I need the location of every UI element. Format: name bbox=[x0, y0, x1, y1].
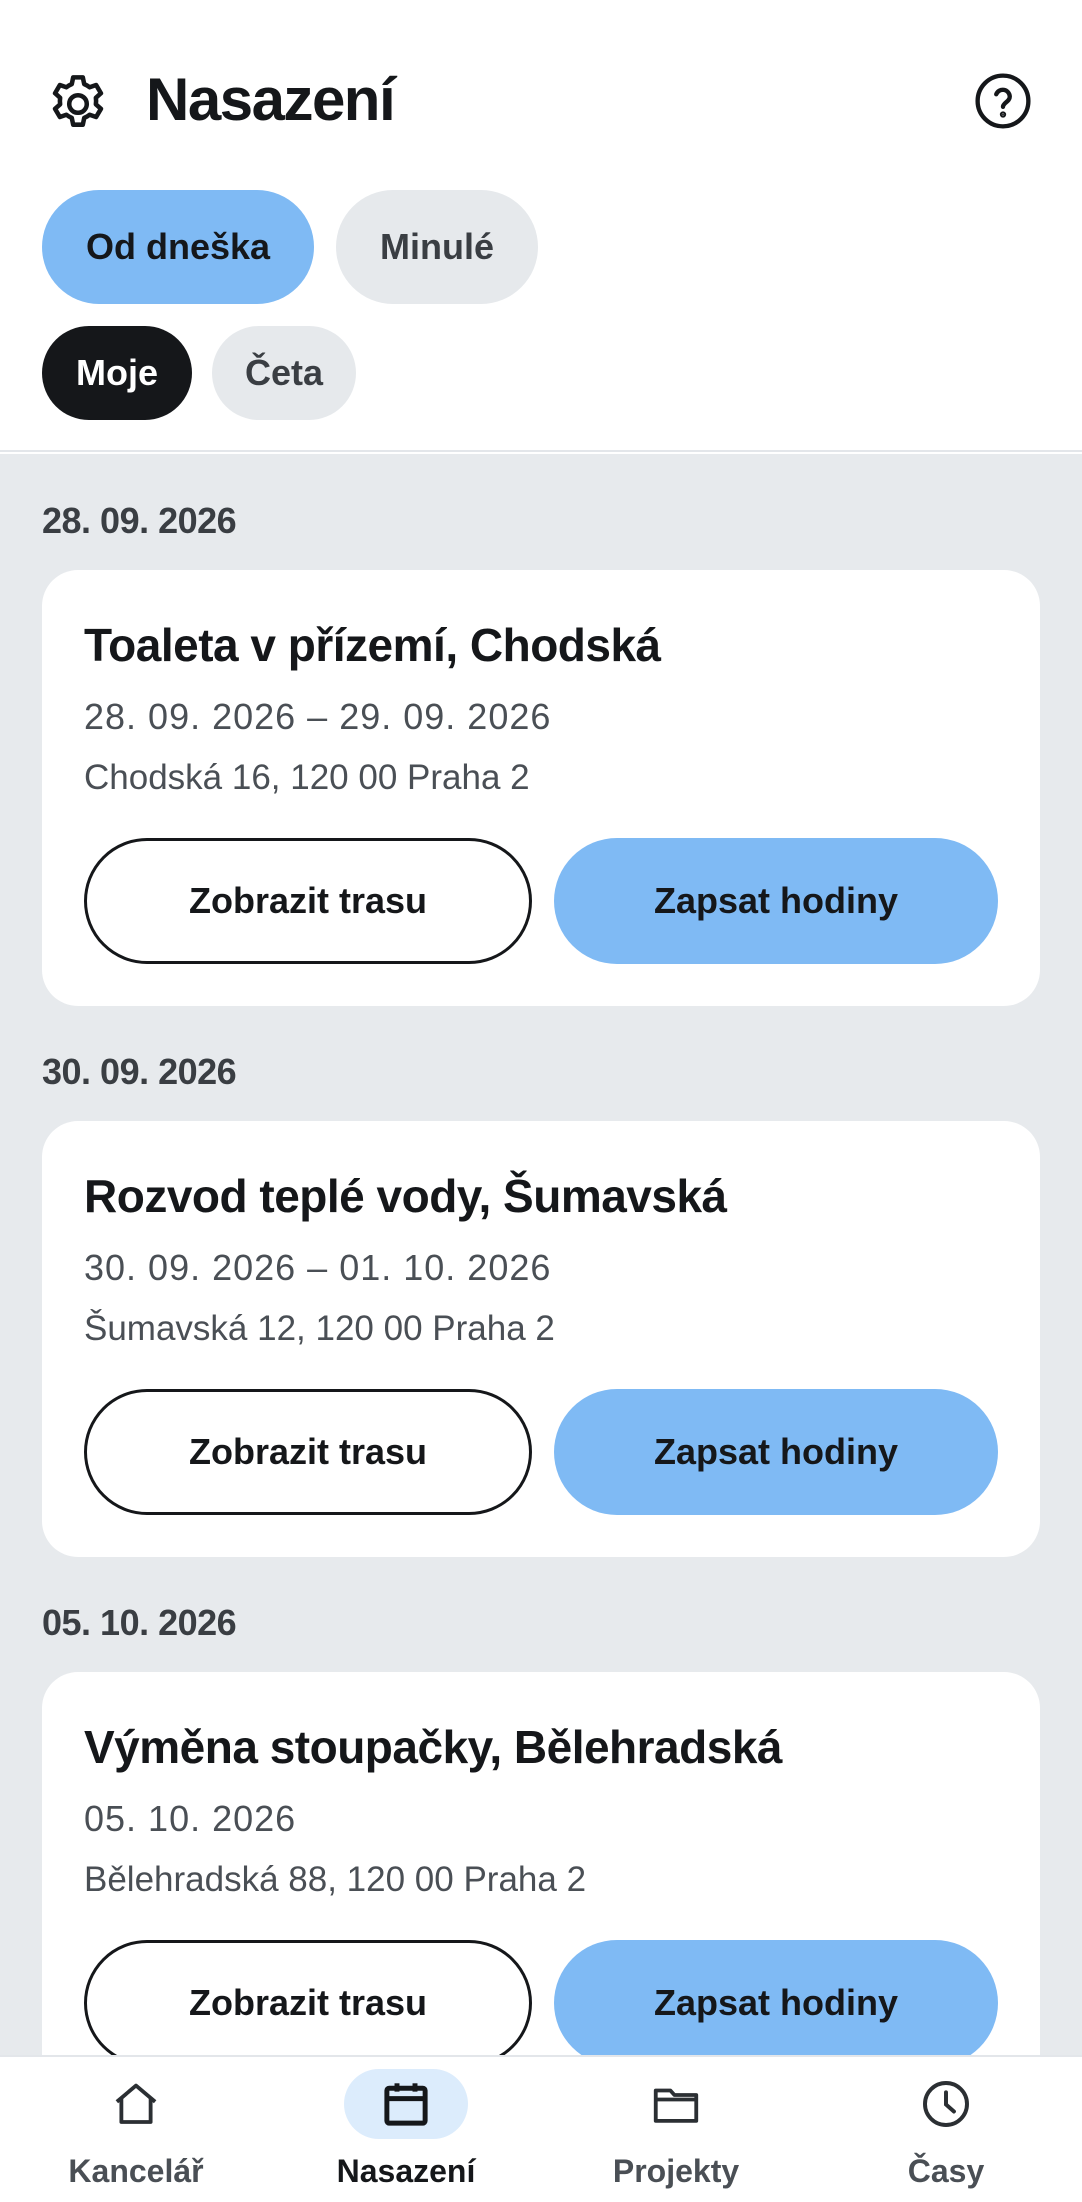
bottom-nav: Kancelář Nasazení Projekty Časy bbox=[0, 2055, 1082, 2202]
nav-icon-container bbox=[344, 2069, 468, 2139]
nav-label: Kancelář bbox=[68, 2153, 204, 2189]
assignment-address: Šumavská 12, 120 00 Praha 2 bbox=[84, 1309, 555, 1348]
filter-from-today[interactable]: Od dneška bbox=[42, 190, 314, 304]
nav-item-office[interactable]: Kancelář bbox=[1, 2057, 271, 2202]
nav-label: Časy bbox=[907, 2153, 985, 2189]
assignment-title: Toaleta v přízemí, Chodská bbox=[84, 619, 661, 671]
show-route-button[interactable]: Zobrazit trasu bbox=[84, 1389, 532, 1515]
nav-icon-container bbox=[884, 2069, 1008, 2139]
folder-icon bbox=[653, 2088, 699, 2123]
nav-label: Projekty bbox=[612, 2153, 740, 2189]
nav-icon-container bbox=[614, 2069, 738, 2139]
gear-icon[interactable] bbox=[44, 70, 112, 138]
clock-icon bbox=[923, 2081, 969, 2127]
show-route-button[interactable]: Zobrazit trasu bbox=[84, 838, 532, 964]
assignment-address: Chodská 16, 120 00 Praha 2 bbox=[84, 758, 530, 797]
assignment-card[interactable]: Výměna stoupačky, Bělehradská 05. 10. 20… bbox=[42, 1672, 1040, 2055]
assignment-dates: 30. 09. 2026 – 01. 10. 2026 bbox=[84, 1247, 552, 1288]
assignment-dates: 28. 09. 2026 – 29. 09. 2026 bbox=[84, 696, 552, 737]
assignment-card[interactable]: Toaleta v přízemí, Chodská 28. 09. 2026 … bbox=[42, 570, 1040, 1006]
app-header: Nasazení Od dneška Minulé Moje Četa bbox=[0, 0, 1082, 452]
nav-item-projects[interactable]: Projekty bbox=[541, 2057, 811, 2202]
date-header: 30. 09. 2026 bbox=[42, 1051, 237, 1092]
help-icon[interactable] bbox=[974, 72, 1032, 130]
filter-crew[interactable]: Četa bbox=[212, 326, 356, 420]
log-hours-button[interactable]: Zapsat hodiny bbox=[554, 1389, 998, 1515]
assignment-title: Rozvod teplé vody, Šumavská bbox=[84, 1170, 727, 1222]
assignment-dates: 05. 10. 2026 bbox=[84, 1798, 297, 1839]
assignment-address: Bělehradská 88, 120 00 Praha 2 bbox=[84, 1860, 587, 1899]
assignment-title: Výměna stoupačky, Bělehradská bbox=[84, 1721, 782, 1773]
calendar-icon bbox=[384, 2083, 428, 2126]
filter-mine[interactable]: Moje bbox=[42, 326, 192, 420]
page-title: Nasazení bbox=[146, 66, 396, 133]
log-hours-button[interactable]: Zapsat hodiny bbox=[554, 838, 998, 964]
show-route-button[interactable]: Zobrazit trasu bbox=[84, 1940, 532, 2055]
assignment-list[interactable]: 28. 09. 2026 Toaleta v přízemí, Chodská … bbox=[0, 454, 1082, 2055]
filter-past[interactable]: Minulé bbox=[336, 190, 538, 304]
nav-item-times[interactable]: Časy bbox=[811, 2057, 1081, 2202]
assignment-card[interactable]: Rozvod teplé vody, Šumavská 30. 09. 2026… bbox=[42, 1121, 1040, 1557]
nav-label: Nasazení bbox=[336, 2153, 476, 2189]
log-hours-button[interactable]: Zapsat hodiny bbox=[554, 1940, 998, 2055]
date-header: 28. 09. 2026 bbox=[42, 500, 237, 541]
home-icon bbox=[115, 2083, 157, 2124]
date-header: 05. 10. 2026 bbox=[42, 1602, 237, 1643]
nav-item-assignments[interactable]: Nasazení bbox=[271, 2057, 541, 2202]
nav-icon-container bbox=[74, 2069, 198, 2139]
